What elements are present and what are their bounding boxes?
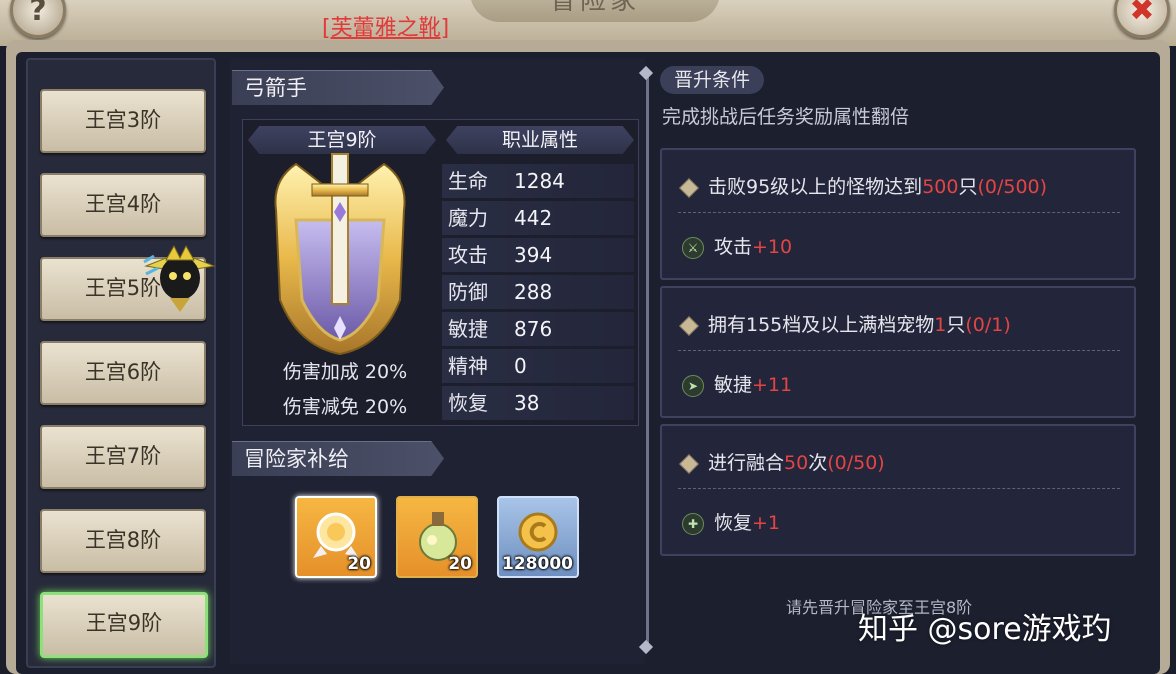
stat-value: 442 <box>514 206 553 230</box>
task-unit: 只 <box>958 176 978 198</box>
attr-header: 职业属性 <box>446 126 634 154</box>
task-progress: (0/500) <box>977 176 1048 198</box>
task-text: 击败95级以上的怪物达到 <box>708 176 923 198</box>
stat-value: 288 <box>514 280 553 304</box>
stat-value: 1284 <box>514 169 565 193</box>
class-name-ribbon: 弓箭手 <box>232 70 444 105</box>
reward-value: +10 <box>752 236 793 258</box>
item-count: 20 <box>448 554 472 574</box>
tab-rank-3[interactable]: 王宫3阶 <box>40 89 206 153</box>
dashed-divider <box>678 212 1120 213</box>
task-progress: (0/50) <box>827 452 885 474</box>
requirements-subtitle: 完成挑战后任务奖励属性翻倍 <box>662 106 910 128</box>
stat-name: 生命 <box>448 169 488 193</box>
item-count: 20 <box>347 554 371 574</box>
window-title: 冒险家 <box>470 0 720 22</box>
stat-row: 恢复 38 <box>442 386 634 420</box>
damage-reduction: 伤害减免 20% <box>282 396 408 418</box>
recovery-icon: ✚ <box>682 512 704 535</box>
agility-icon: ➤ <box>682 374 704 397</box>
supply-item-potion[interactable]: 20 <box>396 496 478 578</box>
reward-attr: 攻击 <box>714 236 753 258</box>
task-target: 1 <box>934 314 947 336</box>
task-text: 进行融合 <box>708 452 785 474</box>
stat-name: 恢复 <box>448 391 488 415</box>
watermark: 知乎 @sore游戏玓 <box>858 612 1112 647</box>
dashed-divider <box>678 488 1120 489</box>
stat-value: 876 <box>514 317 553 341</box>
stat-name: 防御 <box>448 280 488 304</box>
diamond-bullet-icon <box>679 315 699 336</box>
reward-attr: 恢复 <box>714 512 753 534</box>
reward-line: ➤ 敏捷+11 <box>682 370 792 397</box>
task-progress: (0/1) <box>965 314 1011 336</box>
task-card: 击败95级以上的怪物达到500只(0/500) ⚔ 攻击+10 <box>660 148 1136 280</box>
task-unit: 次 <box>808 452 828 474</box>
tab-rank-7[interactable]: 王宫7阶 <box>40 425 206 489</box>
close-icon: ✖ <box>1129 0 1155 28</box>
task-target: 50 <box>784 452 809 474</box>
mascot-icon <box>143 244 216 312</box>
tab-rank-8[interactable]: 王宫8阶 <box>40 509 206 573</box>
reward-value: +1 <box>752 512 781 534</box>
task-line: 拥有155档及以上满档宠物1只(0/1) <box>679 310 1011 337</box>
item-count: 128000 <box>502 554 573 574</box>
tab-rank-9[interactable]: 王宫9阶 <box>40 592 208 658</box>
requirements-label: 晋升条件 <box>660 66 764 94</box>
task-text: 拥有155档及以上满档宠物 <box>708 314 935 336</box>
reward-line: ⚔ 攻击+10 <box>682 232 792 259</box>
reward-attr: 敏捷 <box>714 374 753 396</box>
task-unit: 只 <box>946 314 966 336</box>
tab-rank-4[interactable]: 王宫4阶 <box>40 173 206 237</box>
stat-name: 敏捷 <box>448 317 488 341</box>
dashed-divider <box>678 350 1120 351</box>
question-icon: ? <box>29 0 47 28</box>
task-target: 500 <box>922 176 959 198</box>
stat-value: 0 <box>514 354 527 378</box>
reward-line: ✚ 恢复+1 <box>682 508 780 535</box>
damage-bonus: 伤害加成 20% <box>282 361 408 383</box>
stat-value: 394 <box>514 243 553 267</box>
attack-icon: ⚔ <box>682 236 704 259</box>
reward-value: +11 <box>752 374 793 396</box>
task-line: 进行融合50次(0/50) <box>679 448 885 475</box>
stat-row: 精神 0 <box>442 349 634 383</box>
supply-ribbon: 冒险家补给 <box>232 441 444 476</box>
task-card: 拥有155档及以上满档宠物1只(0/1) ➤ 敏捷+11 <box>660 286 1136 418</box>
task-card: 进行融合50次(0/50) ✚ 恢复+1 <box>660 424 1136 556</box>
diamond-bullet-icon <box>679 453 699 474</box>
stat-row: 生命 1284 <box>442 164 634 198</box>
stat-name: 精神 <box>448 354 488 378</box>
supply-item-coin[interactable]: 128000 <box>497 496 579 578</box>
item-link-caption[interactable]: [芙蕾雅之靴] <box>322 10 449 42</box>
stat-name: 魔力 <box>448 206 488 230</box>
diamond-bullet-icon <box>679 177 699 198</box>
stat-name: 攻击 <box>448 243 488 267</box>
stat-row: 防御 288 <box>442 275 634 309</box>
stat-row: 敏捷 876 <box>442 312 634 346</box>
stat-row: 魔力 442 <box>442 201 634 235</box>
divider <box>646 70 649 650</box>
tab-rank-6[interactable]: 王宫6阶 <box>40 341 206 405</box>
task-line: 击败95级以上的怪物达到500只(0/500) <box>679 172 1048 199</box>
supply-item-badge[interactable]: 20 <box>295 496 377 578</box>
stat-value: 38 <box>514 391 540 415</box>
stat-row: 攻击 394 <box>442 238 634 272</box>
crest-icon <box>274 153 406 356</box>
